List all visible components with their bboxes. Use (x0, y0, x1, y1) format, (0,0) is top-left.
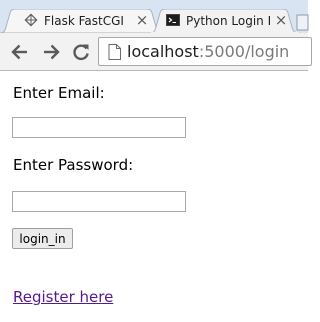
page-icon (108, 44, 121, 60)
address-bar[interactable]: localhost:5000/login (98, 37, 312, 66)
diamond-grid-icon (24, 13, 38, 27)
close-icon[interactable]: × (135, 12, 149, 28)
reload-icon[interactable] (71, 42, 91, 62)
tab-flask-fastcgi[interactable]: Flask FastCGI × (0, 9, 160, 33)
tab-strip: Flask FastCGI × Python Login Pa × (0, 0, 310, 33)
forward-arrow-icon[interactable] (41, 42, 61, 62)
email-label: Enter Email: (13, 84, 105, 102)
password-field[interactable] (12, 191, 186, 212)
new-tab-button[interactable] (294, 14, 310, 31)
tab-title: Python Login Pa (186, 14, 270, 28)
terminal-icon (166, 14, 180, 26)
url-host: localhost (127, 42, 199, 61)
url-path: :5000/login (198, 42, 290, 61)
page-content: Enter Email: Enter Password: login_in Re… (0, 71, 308, 322)
close-icon[interactable]: × (274, 12, 288, 28)
password-label: Enter Password: (13, 156, 134, 174)
url-text: localhost:5000/login (127, 42, 289, 62)
tab-python-login[interactable]: Python Login Pa × (150, 9, 302, 33)
login-button[interactable]: login_in (12, 228, 73, 249)
register-link[interactable]: Register here (13, 287, 113, 307)
email-field[interactable] (12, 117, 186, 138)
back-arrow-icon[interactable] (10, 42, 30, 62)
browser-toolbar: localhost:5000/login (0, 33, 312, 71)
tab-title: Flask FastCGI (44, 14, 124, 28)
